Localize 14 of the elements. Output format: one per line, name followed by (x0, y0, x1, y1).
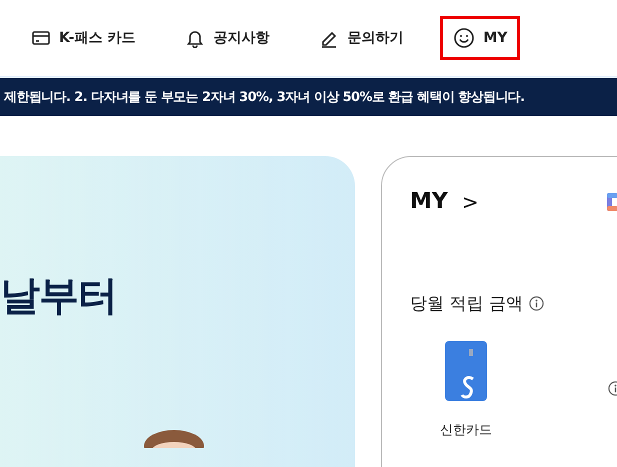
info-icon[interactable] (528, 296, 544, 311)
bell-icon (185, 28, 206, 48)
section-title: 당월 적립 금액 (410, 293, 523, 315)
notice-banner: 제한됩니다. 2. 다자녀를 둔 부모는 2자녀 30%, 3자녀 이상 50%로 환급 혜택이 향상됩니다. (0, 78, 617, 116)
card-icon (31, 28, 51, 48)
my-link[interactable]: MY > (410, 189, 479, 214)
nav-link[interactable]: 공지사항 (172, 17, 282, 59)
nav-link[interactable]: MY (440, 16, 520, 60)
card-name: 신한카드 (440, 422, 492, 439)
credit-card-icon (445, 341, 487, 401)
nav-link[interactable]: 문의하기 (306, 17, 416, 59)
nav-link[interactable]: K-패스 카드 (28, 17, 148, 59)
hero-title: 날부터 (0, 272, 117, 321)
smiley-icon (453, 27, 476, 49)
